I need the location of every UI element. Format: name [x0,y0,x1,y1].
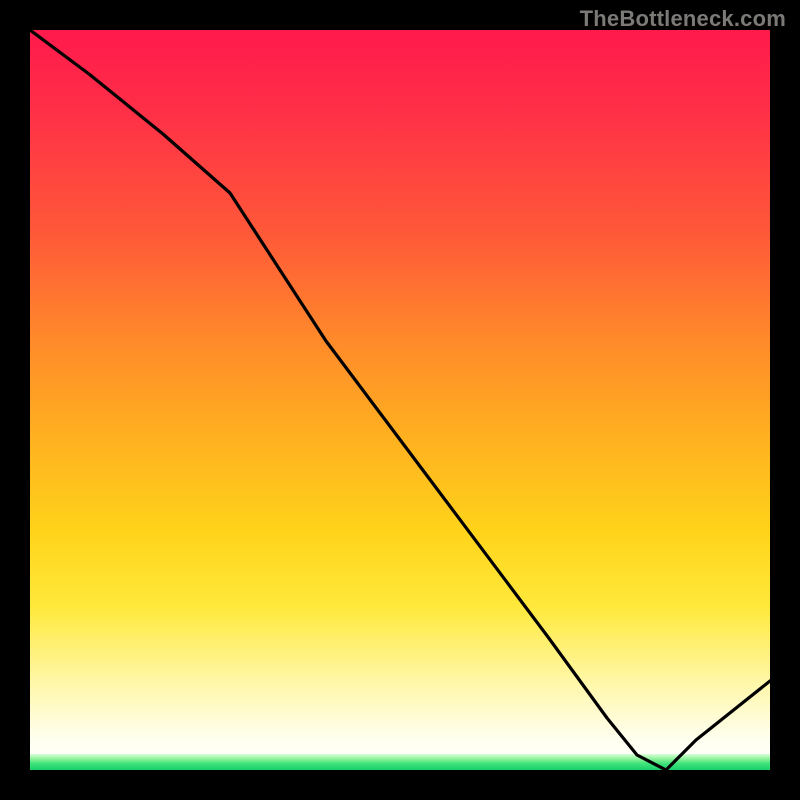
chart-stage: TheBottleneck.com [0,0,800,800]
bottleneck-curve [30,30,770,770]
curve-path [30,30,770,770]
plot-area [30,30,770,770]
watermark-text: TheBottleneck.com [580,6,786,32]
